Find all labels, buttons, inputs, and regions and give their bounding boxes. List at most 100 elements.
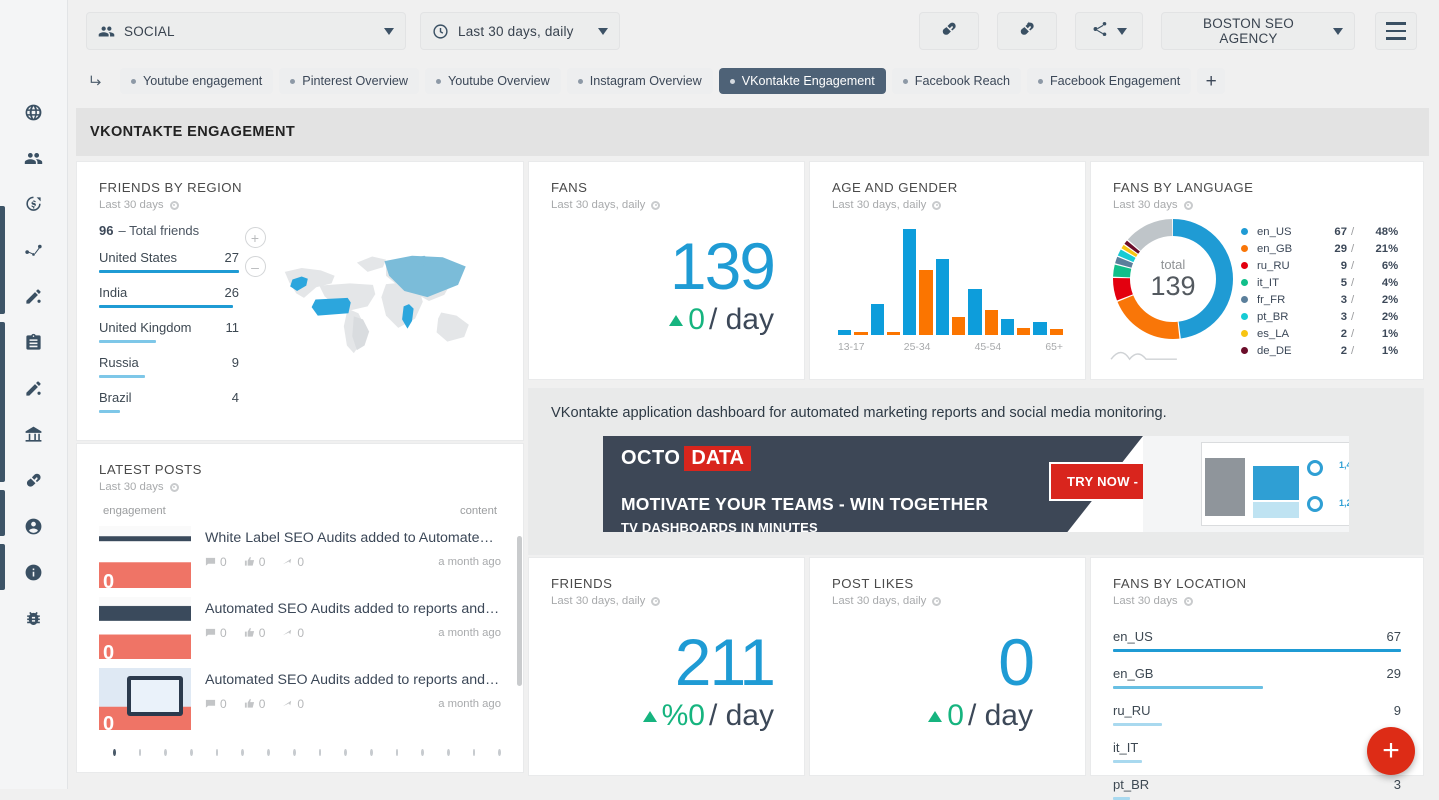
pagination-dot[interactable] — [344, 749, 347, 756]
sidebar-item-bank[interactable] — [0, 414, 67, 460]
hamburger-icon-bar — [1386, 30, 1406, 32]
menu-button[interactable] — [1375, 12, 1417, 50]
share-button[interactable] — [1075, 12, 1143, 50]
pagination-dot[interactable] — [447, 749, 450, 756]
pagination-dot[interactable] — [113, 749, 116, 756]
legend-label: pt_BR — [1257, 311, 1321, 323]
legend-label: it_IT — [1257, 277, 1321, 289]
map-zoom-in-button[interactable]: + — [245, 227, 266, 248]
pagination-dot[interactable] — [216, 749, 219, 756]
card-fans: FANS Last 30 days, daily 139 0 / day — [528, 161, 805, 380]
location-value: 3 — [1394, 777, 1401, 792]
posts-scrollbar[interactable] — [517, 536, 522, 686]
card-subtitle-text: Last 30 days, daily — [551, 199, 645, 211]
sidebar-item-pencil[interactable] — [0, 276, 67, 322]
card-title: POST LIKES — [832, 576, 1063, 591]
dashboard-tab[interactable]: Youtube Overview — [425, 68, 561, 94]
fans-delta-unit: / day — [709, 303, 774, 337]
target-icon — [1184, 201, 1193, 210]
thumbs-up-icon — [244, 556, 255, 567]
age-gender-bar — [1033, 322, 1046, 335]
post-likes-stat: 0 — [244, 697, 266, 711]
post-thumbnail: 0 — [99, 668, 191, 730]
target-icon — [170, 201, 179, 210]
sidebar-item-magic-wand[interactable] — [0, 368, 67, 414]
tab-label: VKontakte Engagement — [742, 74, 875, 88]
dashboard-tab[interactable]: Facebook Engagement — [1027, 68, 1191, 94]
age-gender-bar — [919, 270, 932, 335]
pagination-dot[interactable] — [190, 749, 193, 756]
dashboard-tab[interactable]: VKontakte Engagement — [719, 68, 886, 94]
account-select[interactable]: BOSTON SEO AGENCY — [1161, 12, 1355, 50]
pagination-dot[interactable] — [241, 749, 244, 756]
age-gender-bar — [1001, 319, 1014, 335]
card-title: FANS — [551, 180, 782, 195]
sidebar-item-clipboard[interactable] — [0, 322, 67, 368]
card-subtitle-text: Last 30 days — [99, 199, 164, 211]
sidebar-item-info[interactable] — [0, 552, 67, 598]
world-map[interactable] — [271, 223, 501, 413]
sidebar-item-account[interactable] — [0, 506, 67, 552]
location-name: pt_BR — [1113, 777, 1149, 792]
target-icon — [170, 483, 179, 492]
post-comments: 0 — [205, 697, 227, 711]
plug-icon — [940, 20, 958, 43]
add-tab-button[interactable]: + — [1197, 68, 1225, 94]
pagination-dot[interactable] — [396, 749, 399, 756]
friends-delta-value: %0 — [662, 699, 705, 733]
legend-color-dot — [1241, 245, 1248, 252]
chevron-down-icon — [1117, 28, 1127, 35]
plug-button[interactable] — [919, 12, 979, 50]
dashboard-tab[interactable]: Pinterest Overview — [279, 68, 419, 94]
workspace-select-label: SOCIAL — [124, 24, 375, 39]
location-value: 9 — [1394, 703, 1401, 718]
plug-alert-button[interactable] — [997, 12, 1057, 50]
pagination-dot[interactable] — [319, 749, 322, 756]
workspace-select[interactable]: SOCIAL — [86, 12, 406, 50]
dashboard-tab[interactable]: Facebook Reach — [892, 68, 1021, 94]
region-name: Brazil — [99, 390, 132, 405]
legend-percent: 1% — [1358, 328, 1398, 340]
pagination-dot[interactable] — [267, 749, 270, 756]
region-name: India — [99, 285, 127, 300]
legend-row: en_US67/48% — [1241, 223, 1401, 240]
legend-value: 9 — [1321, 260, 1347, 272]
dashboard-tab[interactable]: Instagram Overview — [567, 68, 713, 94]
pagination-dot[interactable] — [370, 749, 373, 756]
add-widget-fab[interactable]: + — [1367, 727, 1415, 775]
dashboard-tab[interactable]: Youtube engagement — [120, 68, 273, 94]
pagination-dot[interactable] — [139, 749, 142, 756]
age-gender-bar — [968, 289, 981, 335]
legend-percent: 6% — [1358, 260, 1398, 272]
globe-icon — [24, 103, 43, 127]
date-range-select[interactable]: Last 30 days, daily — [420, 12, 620, 50]
legend-value: 2 — [1321, 345, 1347, 357]
thumbs-up-icon — [244, 698, 255, 709]
region-value: 9 — [232, 355, 239, 370]
pagination-dot[interactable] — [473, 749, 476, 756]
banner-subhead: TV DASHBOARDS IN MINUTES — [621, 520, 1143, 532]
region-value: 26 — [225, 285, 239, 300]
sidebar-item-plug[interactable] — [0, 460, 67, 506]
bug-icon — [24, 609, 43, 633]
legend-row: es_LA2/1% — [1241, 325, 1401, 342]
pagination-dot[interactable] — [293, 749, 296, 756]
posts-pagination[interactable] — [99, 749, 501, 756]
legend-row: pt_BR3/2% — [1241, 308, 1401, 325]
sidebar-item-currency-globe[interactable] — [0, 184, 67, 230]
post-likes-delta-unit: / day — [968, 699, 1033, 733]
sidebar-item-bug[interactable] — [0, 598, 67, 644]
sidebar-item-globe[interactable] — [0, 92, 67, 138]
banner-ad[interactable]: OCTO DATA MOTIVATE YOUR TEAMS - WIN TOGE… — [603, 436, 1349, 532]
post-list-item[interactable]: 0Automated SEO Audits added to reports a… — [99, 597, 501, 659]
post-list-item[interactable]: 0Automated SEO Audits added to reports a… — [99, 668, 501, 730]
pagination-dot[interactable] — [421, 749, 424, 756]
tab-status-dot — [131, 79, 136, 84]
pagination-dot[interactable] — [498, 749, 501, 756]
sidebar-item-users[interactable] — [0, 138, 67, 184]
sidebar-item-network[interactable] — [0, 230, 67, 276]
hamburger-icon-bar — [1386, 22, 1406, 24]
pagination-dot[interactable] — [164, 749, 167, 756]
post-list-item[interactable]: 0White Label SEO Audits added to Automat… — [99, 526, 501, 588]
map-zoom-out-button[interactable]: – — [245, 256, 266, 277]
